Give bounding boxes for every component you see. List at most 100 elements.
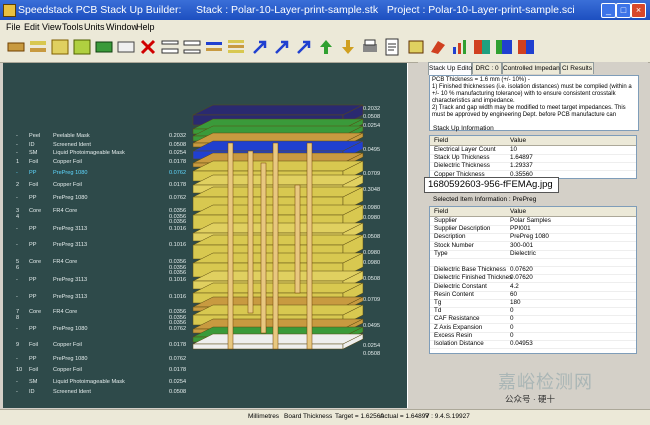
report-icon[interactable] xyxy=(382,37,402,57)
header-field: Field xyxy=(434,208,449,215)
mask-icon[interactable] xyxy=(94,37,114,57)
field-cell: Isolation Distance xyxy=(434,340,484,347)
grid-row[interactable]: Isolation Distance 0.04953 xyxy=(430,340,636,349)
watermark: 嘉峪检测网 xyxy=(498,372,593,392)
value-cell: 300-001 xyxy=(510,241,534,249)
field-cell: Tg xyxy=(434,299,442,306)
menu-window[interactable]: Window xyxy=(106,22,138,32)
field-cell: Dielectric Thickness xyxy=(434,162,490,170)
layers-icon[interactable] xyxy=(204,37,224,57)
right-thickness-label: 0.0508 xyxy=(363,234,381,240)
right-thickness-label: 0.0980 xyxy=(363,215,381,221)
value-cell: 10 xyxy=(510,146,518,153)
right-thickness-label: 0.0980 xyxy=(363,260,381,266)
stackup-info-grid[interactable]: Field Value Electrical Layer Count 10 Stac… xyxy=(429,135,637,179)
field-cell: Supplier xyxy=(434,217,458,224)
canvas-scrollbar[interactable] xyxy=(407,63,416,408)
menu-view[interactable]: View xyxy=(42,22,61,32)
core-icon[interactable] xyxy=(50,37,70,57)
status-board: Board Thickness xyxy=(284,413,333,420)
field-cell: CAF Resistance xyxy=(434,315,480,323)
field-cell: Td xyxy=(434,307,442,315)
stack-icon[interactable] xyxy=(226,37,246,57)
menu-tools[interactable]: Tools xyxy=(62,22,83,32)
field-cell: Dielectric Finished Thicknes xyxy=(434,274,513,282)
insert-below-icon[interactable] xyxy=(182,37,202,57)
toolbar xyxy=(0,34,650,63)
via-barrel[interactable] xyxy=(272,142,279,350)
delete-icon[interactable] xyxy=(138,37,158,57)
field-cell: Type xyxy=(434,249,448,257)
value-cell: PPI001 xyxy=(510,225,531,233)
via-barrel[interactable] xyxy=(227,142,234,350)
via-barrel[interactable] xyxy=(247,150,254,314)
right-thickness-label: 0.0508 xyxy=(363,351,381,357)
gradient-1-icon[interactable] xyxy=(472,37,492,57)
tab-controlled-impedance[interactable]: Controlled Impedance xyxy=(502,62,567,74)
tab-drc[interactable]: DRC : 0 xyxy=(472,62,502,74)
right-thickness-label: 0.0709 xyxy=(363,297,381,303)
via-arrow-3-icon[interactable] xyxy=(294,37,314,57)
app-icon xyxy=(3,4,16,17)
panel-icon[interactable] xyxy=(406,37,426,57)
title-bar: Speedstack PCB Stack Up Builder: Stack :… xyxy=(0,0,650,20)
maximize-icon[interactable]: □ xyxy=(616,3,631,18)
material-icon[interactable] xyxy=(428,37,448,57)
via-arrow-2-icon[interactable] xyxy=(272,37,292,57)
value-cell: PrePreg 1080 xyxy=(510,233,549,241)
tab-ci-results[interactable]: CI Results xyxy=(560,62,594,74)
via-arrow-icon[interactable] xyxy=(250,37,270,57)
print-icon[interactable] xyxy=(360,37,380,57)
field-cell: Excess Resin xyxy=(434,331,473,339)
insert-above-icon[interactable] xyxy=(160,37,180,57)
value-cell: 0 xyxy=(510,315,514,323)
tab-stack-up-editor[interactable]: Stack Up Editor xyxy=(428,62,474,75)
right-thickness-label: 0.3048 xyxy=(363,187,381,193)
stackup-canvas[interactable]: - Peel Peelable Mask 0.2032- ID Screened Iden… xyxy=(3,63,407,408)
peel-layer-top[interactable] xyxy=(192,104,364,116)
trace-layer-icon[interactable] xyxy=(28,37,48,57)
right-thickness-label: 0.0495 xyxy=(363,323,381,329)
ident-icon[interactable] xyxy=(116,37,136,57)
field-cell: Supplier Description xyxy=(434,225,491,233)
stackup-3d-view[interactable] xyxy=(3,63,407,408)
right-thickness-label: 0.0495 xyxy=(363,147,381,153)
selected-info-grid[interactable]: Field Value Supplier Polar Samples Supplie… xyxy=(429,206,637,354)
menu-bar: File Edit View Tools Units Window Help xyxy=(0,20,650,34)
right-panel: Stack Up Editor DRC : 0 Controlled Imped… xyxy=(418,62,648,408)
notes-textbox[interactable]: PCB Thickness = 1.6 mm (+/- 10%) - 1) Fi… xyxy=(429,75,639,131)
ident-layer-front[interactable] xyxy=(192,343,344,350)
menu-help[interactable]: Help xyxy=(136,22,155,32)
value-cell: Dielectric xyxy=(510,249,536,257)
menu-file[interactable]: File xyxy=(6,22,21,32)
right-thickness-label: 0.0254 xyxy=(363,123,381,129)
right-thickness-label: 0.0980 xyxy=(363,205,381,211)
gradient-3-icon[interactable] xyxy=(516,37,536,57)
move-down-icon[interactable] xyxy=(338,37,358,57)
header-value: Value xyxy=(510,208,527,215)
right-thickness-label: 0.0709 xyxy=(363,171,381,177)
copper-layer-icon[interactable] xyxy=(6,37,26,57)
value-cell: 1.64897 xyxy=(510,154,533,162)
right-thickness-label: 0.0254 xyxy=(363,343,381,349)
prepreg-icon[interactable] xyxy=(72,37,92,57)
value-cell: 4.2 xyxy=(510,282,519,290)
close-icon[interactable]: × xyxy=(631,3,646,18)
menu-edit[interactable]: Edit xyxy=(24,22,40,32)
status-units: Millimetres xyxy=(248,413,280,420)
window-title: Speedstack PCB Stack Up Builder: Stack :… xyxy=(18,4,575,16)
title-project: Project : Polar-10-Layer-print-sample.sc… xyxy=(386,4,575,16)
stackup-info-title: Stack Up Information xyxy=(433,125,494,132)
app-window: Speedstack PCB Stack Up Builder: Stack :… xyxy=(0,0,650,425)
menu-units[interactable]: Units xyxy=(84,22,105,32)
status-bar: Millimetres Board Thickness Target = 1.6… xyxy=(0,409,650,425)
field-cell: Stock Number xyxy=(434,241,474,249)
via-barrel[interactable] xyxy=(294,184,301,294)
gradient-2-icon[interactable] xyxy=(494,37,514,57)
chart-icon[interactable] xyxy=(450,37,470,57)
move-up-icon[interactable] xyxy=(316,37,336,57)
right-thickness-label: 0.0980 xyxy=(363,250,381,256)
via-barrel[interactable] xyxy=(306,142,313,350)
via-barrel[interactable] xyxy=(260,162,267,334)
minimize-icon[interactable]: _ xyxy=(601,3,616,18)
